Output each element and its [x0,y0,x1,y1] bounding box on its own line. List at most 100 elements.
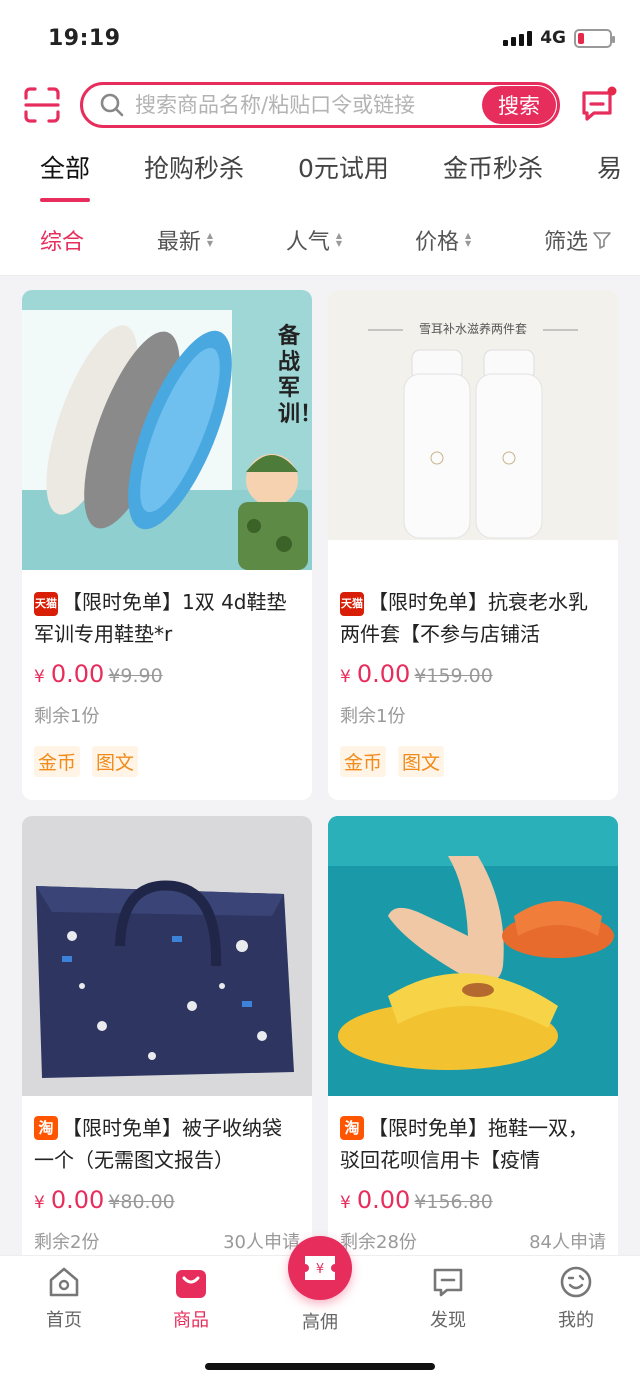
tmall-badge-icon: 天猫 [34,592,58,616]
remaining-count: 剩余2份 [34,1232,100,1253]
sort-arrows-icon: ▲ ▼ [464,230,472,248]
scan-icon[interactable] [22,85,62,125]
product-title: 淘【限时免单】被子收纳袋一个（无需图文报告） [34,1112,300,1176]
product-image [328,816,618,1096]
price-row: ¥0.00 ¥156.80 [340,1186,606,1224]
tabbar-label: 我的 [558,1310,594,1331]
search-input[interactable] [135,93,482,117]
sort-popularity[interactable]: 人气 ▲ ▼ [286,224,342,256]
tabbar-label: 首页 [46,1310,82,1331]
price-value: 0.00 [356,660,411,688]
status-time: 19:19 [48,25,121,51]
sort-newest[interactable]: 最新 ▲ ▼ [157,224,213,256]
product-title-text: 【限时免单】1双 4d鞋垫军训专用鞋垫*r [34,590,287,646]
currency-symbol: ¥ [340,667,351,687]
price-value: 0.00 [50,660,105,688]
category-tabs: 全部 抢购秒杀 0元试用 金币秒杀 易 [0,134,640,204]
sort-label: 综合 [40,229,85,255]
sort-price[interactable]: 价格 ▲ ▼ [415,224,471,256]
tab-free-trial[interactable]: 0元试用 [298,134,389,204]
product-title: 淘【限时免单】拖鞋一双，驳回花呗信用卡【疫情 [340,1112,606,1176]
bottom-tab-bar: 首页 商品 ¥ 高佣 发现 我的 [0,1236,640,1385]
current-price: ¥0.00 [34,1186,104,1214]
sort-bar: 综合 最新 ▲ ▼ 人气 ▲ ▼ 价格 ▲ ▼ 筛选 [0,204,640,276]
signal-icon [503,30,533,46]
price-value: 0.00 [356,1186,411,1214]
shopping-bag-icon [173,1264,209,1300]
network-type: 4G [540,28,566,48]
tag-image-text: 图文 [92,746,139,777]
chat-bubble-icon [430,1264,466,1300]
tab-coin-sale[interactable]: 金币秒杀 [443,134,543,204]
applicant-count: 30人申请 [223,1232,300,1253]
product-title-text: 【限时免单】拖鞋一双，驳回花呗信用卡【疫情 [340,1116,588,1172]
taobao-badge-icon: 淘 [34,1116,58,1140]
tabbar-label: 商品 [173,1310,209,1331]
sort-comprehensive[interactable]: 综合 [40,224,84,256]
product-image [22,816,312,1096]
currency-symbol: ¥ [34,667,45,687]
remaining-count: 剩余28份 [340,1232,417,1253]
search-box[interactable]: 搜索 [80,82,560,128]
stock-row: 剩余28份 84人申请 [340,1228,606,1258]
stock-row: 剩余1份 [34,702,300,732]
price-row: ¥0.00 ¥9.90 [34,660,300,698]
product-title: 天猫 【限时免单】1双 4d鞋垫军训专用鞋垫*r [34,586,300,650]
product-title: 天猫 【限时免单】抗衰老水乳两件套【不参与店铺活 [340,586,606,650]
price-row: ¥0.00 ¥80.00 [34,1186,300,1224]
price-row: ¥0.00 ¥159.00 [340,660,606,698]
high-commission-button[interactable]: ¥ [288,1236,352,1300]
tabbar-mine[interactable]: 我的 [536,1264,616,1332]
product-card[interactable]: 备战军训！ 天猫【限时免单】1双 4d鞋垫军训专用鞋垫*r ¥0.00 ¥9.9… [22,290,312,800]
stock-row: 剩余2份 30人申请 [34,1228,300,1258]
sort-label: 价格 [414,229,459,255]
stock-row: 剩余1份 [340,702,606,732]
product-title-text: 【限时免单】抗衰老水乳两件套【不参与店铺活 [340,590,588,646]
product-image: 备战军训！ [22,290,312,570]
search-button[interactable]: 搜索 [482,86,556,124]
tab-more[interactable]: 易 [597,134,622,204]
remaining-count: 剩余1份 [340,706,406,727]
product-card[interactable]: 淘【限时免单】拖鞋一双，驳回花呗信用卡【疫情 ¥0.00 ¥156.80 剩余2… [328,816,618,1326]
tabbar-products[interactable]: 商品 [151,1264,231,1332]
currency-symbol: ¥ [340,1193,351,1213]
ticket-icon: ¥ [305,1256,335,1280]
price-value: 0.00 [50,1186,105,1214]
tmall-badge-icon: 天猫 [340,592,364,616]
applicant-count: 84人申请 [529,1232,606,1253]
status-bar: 19:19 4G [0,0,640,76]
status-indicators: 4G [503,28,615,48]
tab-flash-sale[interactable]: 抢购秒杀 [144,134,244,204]
home-indicator [205,1363,435,1370]
tag-coin: 金币 [34,746,81,777]
sort-filter[interactable]: 筛选 [544,224,612,256]
search-row: 搜索 [0,76,640,134]
product-image: 雪耳补水滋养两件套 [328,290,618,570]
image-caption: 雪耳补水滋养两件套 [418,322,527,336]
filter-icon [593,231,611,249]
original-price: ¥9.90 [108,665,163,687]
tabbar-label: 高佣 [302,1312,338,1333]
current-price: ¥0.00 [340,1186,410,1214]
tabbar-home[interactable]: 首页 [24,1264,104,1332]
svg-text:¥: ¥ [316,1262,324,1277]
original-price: ¥156.80 [414,1191,493,1213]
sort-arrows-icon: ▲ ▼ [335,230,343,248]
original-price: ¥80.00 [108,1191,175,1213]
product-title-text: 【限时免单】被子收纳袋一个（无需图文报告） [34,1116,282,1172]
message-icon[interactable] [578,85,618,125]
sort-label: 最新 [156,229,201,255]
sort-label: 筛选 [543,229,588,255]
tag-coin: 金币 [340,746,387,777]
original-price: ¥159.00 [414,665,493,687]
remaining-count: 剩余1份 [34,706,100,727]
current-price: ¥0.00 [34,660,104,688]
tab-all[interactable]: 全部 [40,134,91,204]
current-price: ¥0.00 [340,660,410,688]
product-card[interactable]: 淘【限时免单】被子收纳袋一个（无需图文报告） ¥0.00 ¥80.00 剩余2份… [22,816,312,1326]
tabbar-label: 发现 [430,1310,466,1331]
tabbar-discover[interactable]: 发现 [408,1264,488,1332]
currency-symbol: ¥ [34,1193,45,1213]
sort-arrows-icon: ▲ ▼ [206,230,214,248]
product-card[interactable]: 雪耳补水滋养两件套 天猫 【限时免单】抗衰老水乳两件套【不参与店铺活 ¥0.00 … [328,290,618,800]
